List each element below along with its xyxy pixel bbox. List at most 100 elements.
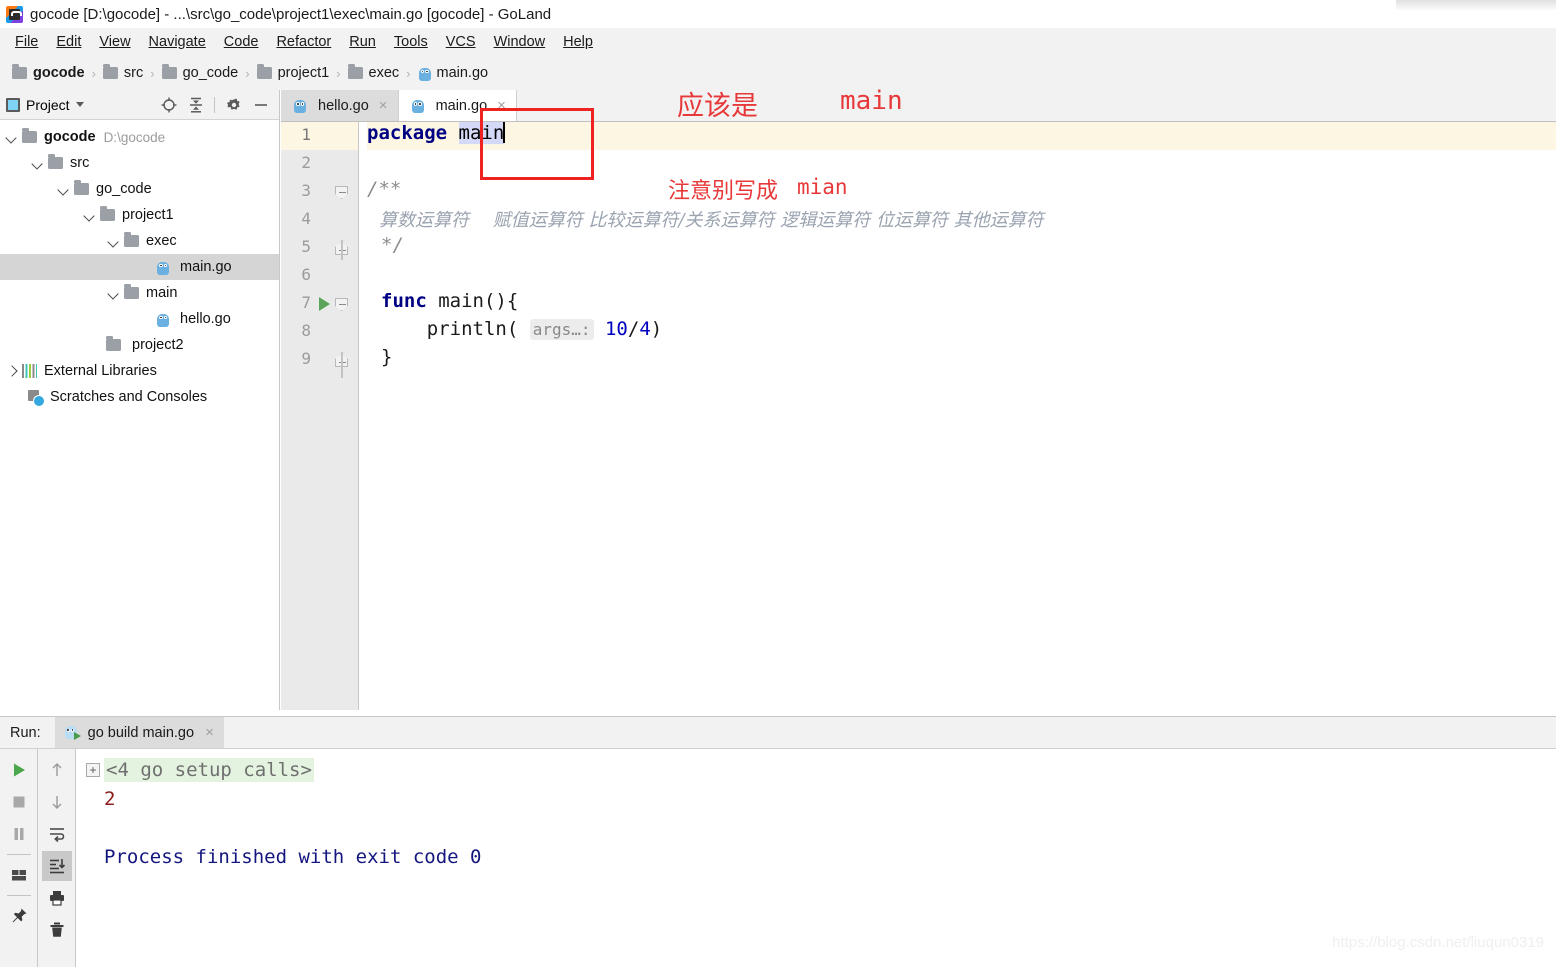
menu-window[interactable]: Window — [485, 31, 555, 53]
tree-item-label: exec — [146, 233, 177, 249]
gutter-line-8: 8 — [281, 318, 359, 346]
gutter-line-9: 9 — [281, 346, 359, 374]
breadcrumb-item-gocode[interactable]: gocode — [12, 64, 85, 81]
expand-icon[interactable]: + — [86, 762, 100, 777]
breadcrumb-item-exec[interactable]: exec — [347, 64, 399, 81]
menu-bar: File Edit View Navigate Code Refactor Ru… — [0, 28, 1556, 56]
console-controls-toolbar — [38, 749, 76, 967]
line-number: 6 — [301, 265, 311, 284]
menu-navigate[interactable]: Navigate — [140, 31, 215, 53]
line-number: 9 — [301, 349, 311, 368]
editor-tab-main-go[interactable]: main.go × — [398, 90, 517, 121]
code-editor[interactable]: 1 2 3 4 5 6 7 8 9 package main /** 算数运算符… — [281, 122, 1556, 710]
comment-close: */ — [381, 234, 404, 256]
chevron-down-icon[interactable] — [30, 155, 46, 171]
menu-vcs[interactable]: VCS — [437, 31, 485, 53]
gutter-line-3: 3 — [281, 178, 359, 206]
line-number: 1 — [301, 125, 311, 144]
tree-item-label: hello.go — [180, 311, 231, 327]
breadcrumb-item-main-go[interactable]: main.go — [418, 65, 488, 81]
tree-item-label: gocode — [44, 129, 96, 145]
chevron-right-icon[interactable] — [4, 363, 20, 379]
menu-view[interactable]: View — [90, 31, 139, 53]
rerun-button[interactable] — [4, 755, 34, 785]
annotation-dont-write-cn: 注意别写成 — [668, 179, 779, 204]
code-line-8: println( args…: 10/4) — [367, 318, 1556, 346]
locate-icon[interactable] — [160, 96, 177, 113]
breadcrumb-label: src — [123, 65, 144, 81]
tree-item-exec[interactable]: exec — [0, 228, 279, 254]
tree-item-project1[interactable]: project1 — [0, 202, 279, 228]
menu-file[interactable]: File — [6, 31, 47, 53]
run-tab-label: go build main.go — [87, 724, 195, 741]
tree-item-external-libraries[interactable]: External Libraries — [0, 358, 279, 384]
code-text[interactable]: package main /** 算数运算符 赋值运算符 比较运算符/关系运算符… — [359, 122, 1556, 710]
tree-item-gocode[interactable]: gocode D:\gocode — [0, 124, 279, 150]
menu-edit[interactable]: Edit — [47, 31, 90, 53]
up-arrow-button[interactable] — [42, 755, 72, 785]
tree-item-label: main — [146, 285, 178, 301]
chevron-down-icon[interactable] — [56, 181, 72, 197]
line-number: 4 — [301, 209, 311, 228]
tree-item-project2[interactable]: project2 — [0, 332, 279, 358]
menu-tools[interactable]: Tools — [385, 31, 437, 53]
go-file-icon — [411, 98, 425, 113]
breadcrumb-item-src[interactable]: src — [102, 64, 144, 81]
editor-tab-hello-go[interactable]: hello.go × — [281, 90, 399, 121]
editor-gutter[interactable]: 1 2 3 4 5 6 7 8 9 — [281, 122, 359, 710]
breadcrumb-item-go-code[interactable]: go_code — [161, 64, 239, 81]
comment-chinese-operators: 算数运算符 赋值运算符 比较运算符/关系运算符 逻辑运算符 位运算符 其他运算符 — [379, 210, 1044, 231]
tree-item-go-code[interactable]: go_code — [0, 176, 279, 202]
run-tab-go-build-main-go[interactable]: go build main.go × — [54, 717, 224, 748]
go-file-icon — [156, 260, 170, 275]
breadcrumb-item-project1[interactable]: project1 — [256, 64, 329, 81]
print-button[interactable] — [42, 883, 72, 913]
collapse-all-icon[interactable] — [187, 96, 204, 113]
folder-icon — [124, 284, 139, 299]
gutter-line-6: 6 — [281, 262, 359, 290]
run-tool-window: Run: go build main.go × + <4 go setup ca… — [0, 716, 1556, 967]
trash-button[interactable] — [42, 915, 72, 945]
hide-icon[interactable] — [252, 96, 269, 113]
number-literal-4: 4 — [639, 318, 651, 340]
close-icon[interactable]: × — [497, 97, 506, 114]
run-gutter-icon[interactable] — [319, 297, 330, 311]
stop-button[interactable] — [4, 787, 34, 817]
tree-item-scratches-and-consoles[interactable]: Scratches and Consoles — [0, 384, 279, 410]
chevron-down-icon[interactable] — [82, 207, 98, 223]
scroll-to-end-button[interactable] — [41, 851, 72, 881]
folder-icon — [12, 64, 27, 79]
fold-open-icon[interactable] — [335, 186, 348, 199]
menu-help[interactable]: Help — [554, 31, 602, 53]
breadcrumb-label: go_code — [182, 65, 239, 81]
chevron-down-icon[interactable] — [106, 285, 122, 301]
soft-wrap-button[interactable] — [42, 819, 72, 849]
menu-code[interactable]: Code — [215, 31, 268, 53]
editor-tab-strip: hello.go × main.go × — [281, 90, 1556, 122]
menu-run[interactable]: Run — [340, 31, 385, 53]
menu-refactor[interactable]: Refactor — [267, 31, 340, 53]
chevron-down-icon[interactable] — [106, 233, 122, 249]
pin-button[interactable] — [4, 901, 34, 931]
tree-item-main-folder[interactable]: main — [0, 280, 279, 306]
toolbar-divider — [6, 854, 31, 855]
chevron-down-icon[interactable] — [4, 129, 20, 145]
watermark: https://blog.csdn.net/liuqun0319 — [1332, 934, 1544, 951]
code-line-9: } — [367, 346, 1556, 374]
annotation-mian-typo: mian — [797, 175, 848, 199]
close-icon[interactable]: × — [205, 724, 214, 741]
pause-button[interactable] — [4, 819, 34, 849]
chevron-down-icon[interactable] — [75, 102, 84, 107]
tree-item-hello-go[interactable]: hello.go — [0, 306, 279, 332]
folder-icon — [74, 180, 89, 195]
run-window-header: Run: go build main.go × — [0, 717, 1556, 749]
window-controls-stub[interactable] — [1396, 0, 1556, 10]
down-arrow-button[interactable] — [42, 787, 72, 817]
tree-item-main-go[interactable]: main.go — [0, 254, 279, 280]
fold-open-icon[interactable] — [335, 298, 348, 311]
tree-item-src[interactable]: src — [0, 150, 279, 176]
close-icon[interactable]: × — [379, 97, 388, 114]
layout-button[interactable] — [4, 860, 34, 890]
gear-icon[interactable] — [225, 96, 242, 113]
folder-icon — [22, 128, 37, 143]
